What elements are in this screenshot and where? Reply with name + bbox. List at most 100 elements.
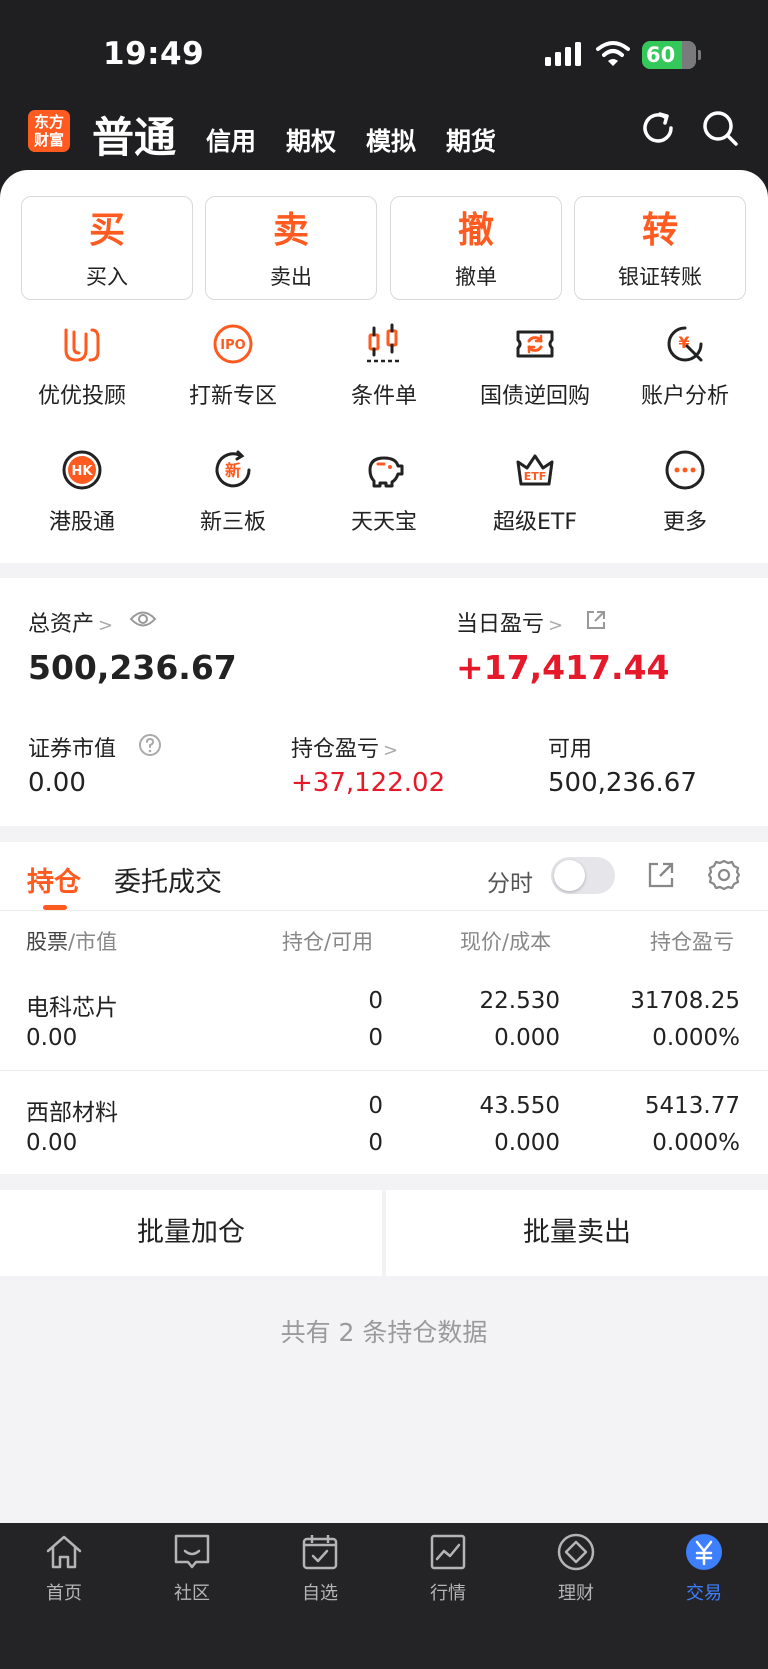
buy-label: 买入	[86, 265, 128, 289]
grid-more[interactable]: 更多	[610, 448, 760, 536]
tab-positions[interactable]: 持仓	[27, 860, 81, 899]
grid-label: 超级ETF	[493, 510, 577, 535]
grid-new-third-board[interactable]: 新 新三板	[158, 448, 308, 536]
total-assets-value: 500,236.67	[28, 648, 237, 687]
daily-pnl-value: +17,417.44	[456, 648, 670, 687]
nav-label: 首页	[46, 1583, 82, 1604]
tab-futures[interactable]: 期货	[446, 122, 496, 158]
tab-options[interactable]: 期权	[286, 122, 336, 158]
nav-wealth[interactable]: 理财	[512, 1531, 640, 1605]
cancel-order-button[interactable]: 撤 撤单	[390, 196, 562, 300]
divider	[0, 1070, 768, 1071]
etf-icon-text: ETF	[524, 470, 547, 483]
daily-pnl-link[interactable]: 当日盈亏 >	[456, 606, 563, 638]
candlestick-icon	[367, 323, 401, 363]
refresh-icon[interactable]	[638, 108, 678, 148]
search-icon[interactable]	[700, 108, 740, 148]
nav-home[interactable]: 首页	[0, 1531, 128, 1605]
tab-credit[interactable]: 信用	[206, 122, 256, 158]
total-assets-label: 总资产	[28, 612, 95, 637]
grid-label: 条件单	[350, 384, 417, 409]
grid-treasury-repo[interactable]: 国债逆回购	[460, 322, 610, 410]
grid-label: 国债逆回购	[479, 384, 590, 409]
tab-normal[interactable]: 普通	[92, 104, 176, 165]
hk-icon: HK	[62, 450, 102, 490]
grid-label: 优优投顾	[37, 384, 126, 409]
stock-holdings: 0	[368, 988, 383, 1014]
nav-label: 交易	[686, 1583, 722, 1604]
stock-pnl-pct: 0.000%	[652, 1025, 740, 1051]
stock-cost: 0.000	[494, 1130, 560, 1156]
youyou-icon	[64, 328, 100, 362]
stock-market-value: 0.00	[26, 1025, 78, 1051]
nav-market[interactable]: 行情	[384, 1531, 512, 1605]
piggy-bank-icon	[368, 456, 404, 488]
community-icon	[174, 1534, 210, 1569]
stock-cost: 0.000	[494, 1025, 560, 1051]
batch-add-button[interactable]: 批量加仓	[0, 1190, 382, 1276]
timeshare-toggle[interactable]	[551, 857, 615, 894]
stock-pnl-pct: 0.000%	[652, 1130, 740, 1156]
col-header-stock-label: 股票	[26, 930, 68, 954]
divider	[0, 910, 768, 911]
col-header-holdings-label: 持仓	[282, 930, 324, 954]
col-header-available-label: 可用	[331, 930, 374, 954]
battery-level: 60	[646, 43, 676, 67]
watchlist-icon	[302, 1535, 338, 1570]
market-icon	[430, 1534, 466, 1570]
ipo-icon: IPO	[213, 324, 253, 364]
grid-youyou-advisor[interactable]: 优优投顾	[7, 322, 157, 410]
market-value-label: 证券市值	[28, 737, 117, 762]
batch-sell-button[interactable]: 批量卖出	[386, 1190, 768, 1276]
bank-transfer-button[interactable]: 转 银证转账	[574, 196, 746, 300]
wifi-icon	[596, 41, 630, 66]
total-assets-link[interactable]: 总资产 >	[28, 606, 113, 638]
position-pnl-link[interactable]: 持仓盈亏 >	[291, 731, 398, 763]
grid-tiantianbao[interactable]: 天天宝	[309, 448, 459, 536]
ipo-icon-text: IPO	[220, 338, 245, 353]
nav-community[interactable]: 社区	[128, 1531, 256, 1605]
position-pnl-label: 持仓盈亏	[291, 737, 380, 762]
yuan-chart-icon: ¥	[667, 326, 703, 362]
col-header-pnl: 持仓盈亏	[650, 930, 734, 954]
grid-super-etf[interactable]: ETF 超级ETF	[460, 448, 610, 536]
sell-button[interactable]: 卖 卖出	[205, 196, 377, 300]
home-icon	[46, 1535, 82, 1569]
settings-gear-icon[interactable]	[707, 858, 741, 892]
grid-account-analysis[interactable]: ¥ 账户分析	[610, 322, 760, 410]
repo-icon	[516, 330, 554, 358]
bank-transfer-glyph: 转	[641, 210, 678, 251]
stock-price: 43.550	[479, 1093, 560, 1119]
export-icon[interactable]	[646, 860, 676, 890]
col-header-cost-label: 成本	[509, 930, 552, 954]
grid-hk-connect[interactable]: HK 港股通	[7, 448, 157, 536]
position-pnl-value: +37,122.02	[291, 768, 446, 798]
grid-ipo-zone[interactable]: IPO 打新专区	[158, 322, 308, 410]
nav-watchlist[interactable]: 自选	[256, 1531, 384, 1605]
chevron-right-icon: >	[548, 615, 564, 636]
col-header-market-value-label: 市值	[75, 930, 118, 954]
hk-icon-text: HK	[72, 464, 94, 479]
help-icon[interactable]	[138, 733, 162, 757]
trade-icon	[686, 1534, 722, 1570]
market-value: 0.00	[28, 768, 86, 798]
tab-simulated[interactable]: 模拟	[366, 122, 416, 158]
nav-label: 行情	[430, 1583, 466, 1604]
nav-trade[interactable]: 交易	[640, 1531, 768, 1605]
tab-orders-trades[interactable]: 委托成交	[114, 860, 222, 899]
grid-label: 更多	[662, 510, 707, 535]
nav-label: 社区	[174, 1583, 210, 1604]
stock-market-value: 0.00	[26, 1130, 78, 1156]
stock-name: 电科芯片	[26, 995, 118, 1021]
positions-summary: 共有 2 条持仓数据	[280, 1318, 488, 1347]
buy-button[interactable]: 买 买入	[21, 196, 193, 300]
nav-label: 自选	[302, 1583, 338, 1604]
grid-label: 港股通	[48, 510, 115, 535]
stock-pnl: 5413.77	[644, 1093, 740, 1119]
stock-name: 西部材料	[26, 1100, 118, 1126]
grid-conditional-order[interactable]: 条件单	[309, 322, 459, 410]
timeshare-label: 分时	[487, 871, 533, 897]
share-out-icon[interactable]	[585, 609, 607, 631]
battery-indicator: 60	[642, 41, 701, 69]
eye-icon[interactable]	[129, 608, 157, 630]
